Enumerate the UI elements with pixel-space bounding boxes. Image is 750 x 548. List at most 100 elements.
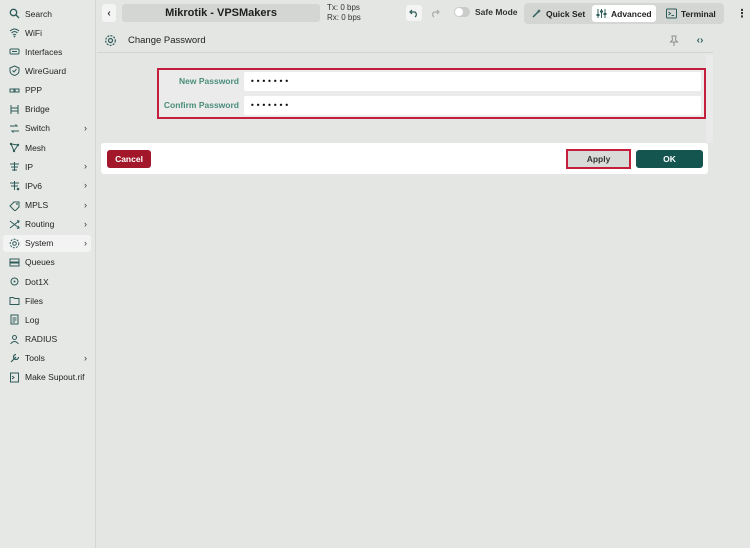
sidebar-item-routing[interactable]: Routing ›	[3, 216, 91, 233]
sidebar-item-ipv6[interactable]: IPv6 ›	[3, 177, 91, 194]
undo-button[interactable]	[406, 5, 422, 21]
safe-mode: Safe Mode	[454, 7, 518, 17]
terminal-button[interactable]: Terminal	[662, 5, 720, 22]
code-view-icon[interactable]: ‹›	[693, 34, 707, 47]
terminal-file-icon	[8, 371, 20, 383]
sidebar-item-system[interactable]: System ›	[3, 234, 91, 252]
confirm-password-field[interactable]	[244, 96, 701, 115]
redo-button[interactable]	[427, 5, 443, 21]
change-password-form: New Password Confirm Password	[157, 68, 706, 119]
pin-icon[interactable]	[668, 35, 680, 47]
wifi-icon	[8, 27, 20, 39]
interfaces-icon	[8, 46, 20, 58]
search-icon	[8, 8, 20, 20]
ipv6-icon	[8, 180, 20, 192]
mode-switcher: Quick Set Advanced Terminal	[524, 3, 724, 24]
confirm-password-label: Confirm Password	[163, 100, 239, 110]
sidebar-item-wifi[interactable]: WiFi	[3, 24, 91, 41]
sidebar-item-dot1x[interactable]: Dot1X	[3, 273, 91, 290]
sidebar-item-interfaces[interactable]: Interfaces	[3, 43, 91, 60]
sidebar-item-mesh[interactable]: Mesh	[3, 139, 91, 156]
sidebar-item-label: Dot1X	[25, 276, 49, 287]
new-password-field[interactable]	[244, 72, 701, 91]
chevron-right-icon: ›	[84, 352, 87, 363]
more-menu-button[interactable]: ⋮	[736, 5, 748, 21]
sidebar-item-label: Search	[25, 8, 52, 19]
sidebar-item-queues[interactable]: Queues	[3, 254, 91, 271]
sidebar-item-switch[interactable]: Switch ›	[3, 120, 91, 137]
apply-button[interactable]: Apply	[566, 149, 631, 169]
sidebar: Search WiFi Interfaces WireGuard PPP Bridge Sw…	[0, 0, 96, 548]
sidebar-item-mpls[interactable]: MPLS ›	[3, 197, 91, 214]
chevron-right-icon: ›	[84, 218, 87, 229]
radius-icon	[8, 333, 20, 345]
safe-mode-toggle[interactable]	[454, 7, 470, 17]
rx-rate: Rx: 0 bps	[327, 13, 361, 22]
sidebar-item-label: Queues	[25, 257, 55, 268]
ppp-icon	[8, 84, 20, 96]
log-icon	[8, 314, 20, 326]
back-button[interactable]: ‹	[102, 4, 116, 22]
sidebar-item-log[interactable]: Log	[3, 311, 91, 328]
new-password-row: New Password	[159, 71, 704, 92]
mpls-icon	[8, 199, 20, 211]
traffic-readout: Tx: 0 bps Rx: 0 bps	[327, 3, 361, 23]
sidebar-item-label: Tools	[25, 353, 45, 364]
sidebar-item-label: Log	[25, 314, 40, 325]
sidebar-item-label: Mesh	[25, 142, 46, 153]
sidebar-item-wireguard[interactable]: WireGuard	[3, 62, 91, 79]
sidebar-item-tools[interactable]: Tools ›	[3, 350, 91, 367]
sidebar-item-label: IP	[25, 161, 34, 172]
cancel-button[interactable]: Cancel	[107, 150, 151, 168]
sidebar-item-make-supout-rif[interactable]: Make Supout.rif	[3, 369, 91, 386]
kebab-icon: ⋮	[736, 7, 748, 20]
panel-title: Change Password	[128, 35, 206, 46]
bridge-icon	[8, 103, 20, 115]
panel-header: Change Password ‹›	[97, 28, 713, 53]
scrollbar[interactable]	[706, 55, 713, 143]
safe-mode-label: Safe Mode	[475, 7, 518, 17]
tx-rate: Tx: 0 bps	[327, 3, 360, 12]
terminal-icon	[666, 8, 677, 19]
gear-icon	[104, 34, 117, 47]
sidebar-item-label: System	[25, 238, 54, 249]
ok-button[interactable]: OK	[636, 150, 703, 168]
sidebar-item-label: Files	[25, 295, 43, 306]
sidebar-item-label: Make Supout.rif	[25, 372, 85, 383]
sidebar-item-label: WiFi	[25, 27, 42, 38]
queues-icon	[8, 256, 20, 268]
routing-icon	[8, 218, 20, 230]
sidebar-item-ppp[interactable]: PPP	[3, 82, 91, 99]
sidebar-item-search[interactable]: Search	[3, 5, 91, 22]
app-window: Search WiFi Interfaces WireGuard PPP Bridge Sw…	[0, 0, 750, 548]
quick-set-button[interactable]: Quick Set	[527, 5, 589, 22]
sidebar-item-files[interactable]: Files	[3, 292, 91, 309]
wand-icon	[531, 8, 542, 19]
sidebar-item-label: Interfaces	[25, 46, 63, 57]
sidebar-item-radius[interactable]: RADIUS	[3, 331, 91, 348]
sidebar-item-ip[interactable]: IP ›	[3, 158, 91, 175]
chevron-right-icon: ›	[84, 161, 87, 172]
folder-icon	[8, 295, 20, 307]
sliders-icon	[596, 8, 607, 19]
sidebar-item-label: PPP	[25, 85, 43, 96]
sidebar-item-label: IPv6	[25, 180, 43, 191]
advanced-button[interactable]: Advanced	[592, 5, 656, 22]
sidebar-item-label: Bridge	[25, 104, 50, 115]
dialog-footer: Cancel Apply OK	[101, 143, 708, 174]
confirm-password-row: Confirm Password	[159, 95, 704, 116]
new-password-label: New Password	[179, 76, 239, 86]
chevron-right-icon: ›	[84, 122, 87, 133]
top-bar: ‹ Mikrotik - VPSMakers Tx: 0 bps Rx: 0 b…	[96, 0, 750, 28]
switch-icon	[8, 122, 20, 134]
dot1x-icon	[8, 276, 20, 288]
chevron-right-icon: ›	[84, 180, 87, 191]
ip-icon	[8, 161, 20, 173]
undo-icon	[409, 9, 417, 18]
chevron-left-icon: ‹	[107, 7, 111, 19]
sidebar-item-bridge[interactable]: Bridge	[3, 101, 91, 118]
sidebar-item-label: MPLS	[25, 200, 49, 210]
mesh-icon	[8, 142, 20, 154]
chevron-right-icon: ›	[84, 199, 87, 210]
router-title: Mikrotik - VPSMakers	[122, 4, 320, 22]
